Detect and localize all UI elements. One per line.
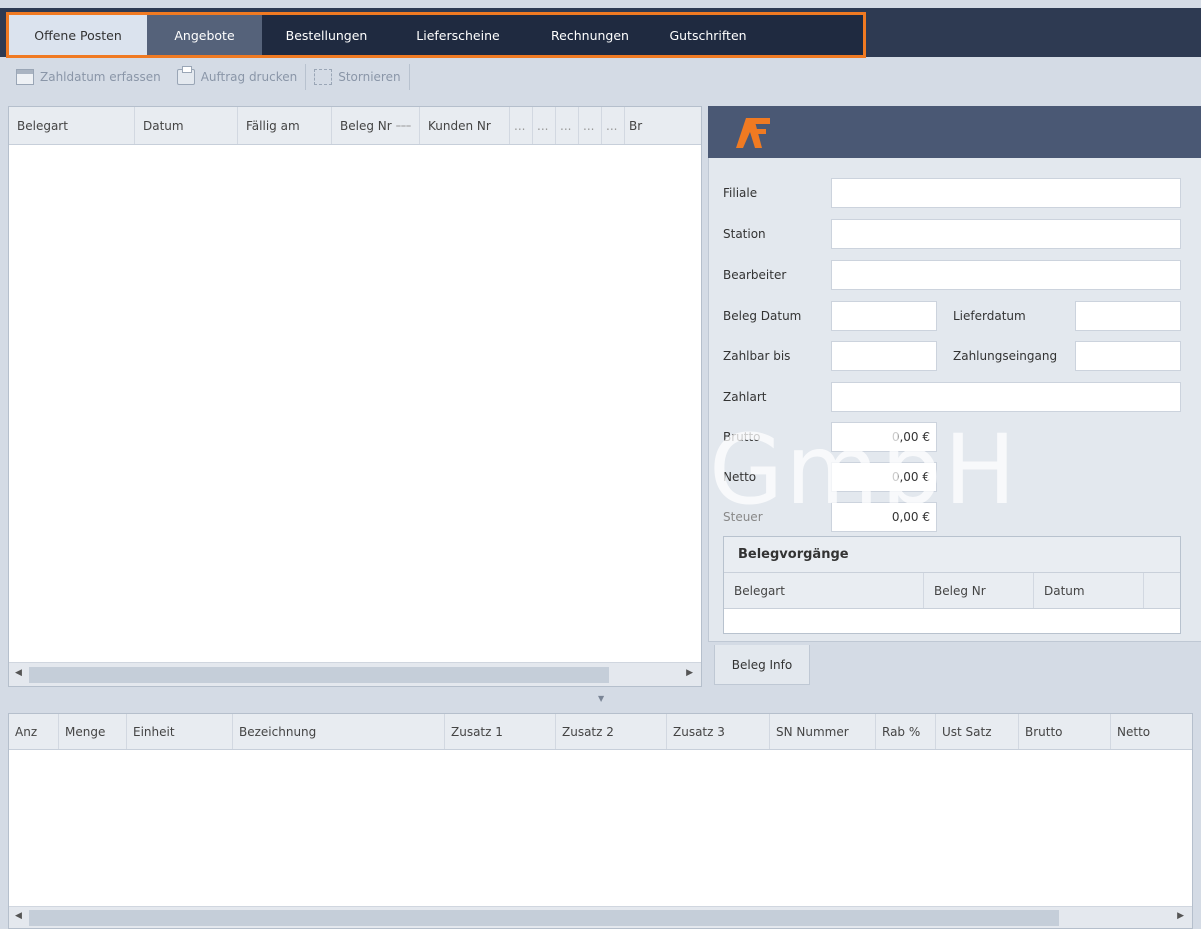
column-header-brutto[interactable]: Br [625, 107, 655, 144]
label-steuer: Steuer [723, 510, 763, 524]
grid-header: Belegart Datum Fällig am Beleg Nr ⩶ Kund… [9, 107, 701, 145]
company-logo-icon [736, 118, 770, 148]
belegvorgaenge-title: Belegvorgänge [724, 537, 1180, 573]
label-bearbeiter: Bearbeiter [723, 268, 787, 282]
beleg-nr-label: Beleg Nr [340, 118, 392, 133]
tab-angebote[interactable]: Angebote [147, 15, 262, 55]
label-zahlbar-bis: Zahlbar bis [723, 349, 791, 363]
belegvorgaenge-empty-row[interactable] [724, 609, 1180, 633]
tab-rechnungen[interactable]: Rechnungen [525, 15, 655, 55]
column-header-datum[interactable]: Datum [1034, 573, 1144, 608]
filter-icon[interactable]: ⩶ [396, 121, 411, 131]
positions-grid-header: Anz Menge Einheit Bezeichnung Zusatz 1 Z… [9, 714, 1192, 750]
lieferdatum-field[interactable] [1075, 301, 1181, 331]
label-zahlart: Zahlart [723, 390, 767, 404]
toolbar-separator [408, 64, 410, 90]
label-station: Station [723, 227, 766, 241]
column-header-belegart[interactable]: Belegart [9, 107, 135, 144]
scroll-right-icon[interactable]: ▶ [686, 668, 693, 678]
horizontal-scrollbar[interactable]: ◀ ▶ [9, 906, 1192, 928]
toolbar: Zahldatum erfassen Auftrag drucken Storn… [8, 60, 410, 94]
label-zahlungseingang: Zahlungseingang [953, 349, 1058, 363]
column-header-collapsed[interactable]: ... [579, 107, 602, 144]
zahldatum-label: Zahldatum erfassen [40, 70, 161, 84]
panel-body: Filiale Station Bearbeiter Beleg Datum L… [708, 158, 1201, 642]
stornieren-button[interactable]: Stornieren [306, 62, 408, 92]
scrollbar-thumb[interactable] [29, 667, 609, 683]
column-header-collapsed[interactable]: ... [533, 107, 556, 144]
steuer-value: 0,00 € [831, 502, 937, 532]
brutto-value: 0,00 € [831, 422, 937, 452]
column-header-collapsed[interactable]: ... [556, 107, 579, 144]
column-header-beleg-nr[interactable]: Beleg Nr [924, 573, 1034, 608]
positions-grid[interactable]: Anz Menge Einheit Bezeichnung Zusatz 1 Z… [8, 713, 1193, 929]
column-header-datum[interactable]: Datum [135, 107, 238, 144]
label-lieferdatum: Lieferdatum [953, 309, 1026, 323]
column-header-zusatz-3[interactable]: Zusatz 3 [667, 714, 770, 749]
zahlungseingang-field[interactable] [1075, 341, 1181, 371]
column-header-brutto[interactable]: Brutto [1019, 714, 1111, 749]
column-header-collapsed[interactable]: ... [602, 107, 625, 144]
belegvorgaenge-panel: Belegvorgänge Belegart Beleg Nr Datum [723, 536, 1181, 634]
column-header-ust-satz[interactable]: Ust Satz [936, 714, 1019, 749]
filiale-field[interactable] [831, 178, 1181, 208]
column-header-rabatt[interactable]: Rab % [876, 714, 936, 749]
horizontal-scrollbar[interactable]: ◀ ▶ [9, 662, 701, 686]
column-header-sn-nummer[interactable]: SN Nummer [770, 714, 876, 749]
column-header-zusatz-1[interactable]: Zusatz 1 [445, 714, 556, 749]
label-brutto: Brutto [723, 430, 761, 444]
column-header-beleg-nr[interactable]: Beleg Nr ⩶ [332, 107, 420, 144]
zahldatum-erfassen-button[interactable]: Zahldatum erfassen [8, 62, 169, 92]
station-field[interactable] [831, 219, 1181, 249]
column-header-einheit[interactable]: Einheit [127, 714, 233, 749]
top-bar: Offene Posten Angebote Bestellungen Lief… [0, 0, 1201, 58]
column-header-anz[interactable]: Anz [9, 714, 59, 749]
zahlart-field[interactable] [831, 382, 1181, 412]
column-header-zusatz-2[interactable]: Zusatz 2 [556, 714, 667, 749]
panel-header [708, 106, 1201, 158]
tab-offene-posten[interactable]: Offene Posten [9, 15, 147, 55]
zahlbar-bis-field[interactable] [831, 341, 937, 371]
beleg-datum-field[interactable] [831, 301, 937, 331]
label-filiale: Filiale [723, 186, 758, 200]
column-header-netto[interactable]: Netto [1111, 714, 1181, 749]
drucken-label: Auftrag drucken [200, 70, 298, 84]
document-tabs: Offene Posten Angebote Bestellungen Lief… [6, 12, 866, 58]
column-header-belegart[interactable]: Belegart [724, 573, 924, 608]
netto-value: 0,00 € [831, 462, 937, 492]
column-header-faellig-am[interactable]: Fällig am [238, 107, 332, 144]
tab-bestellungen[interactable]: Bestellungen [262, 15, 391, 55]
documents-grid[interactable]: Belegart Datum Fällig am Beleg Nr ⩶ Kund… [8, 106, 702, 687]
calendar-icon [16, 69, 34, 85]
bearbeiter-field[interactable] [831, 260, 1181, 290]
column-header-bezeichnung[interactable]: Bezeichnung [233, 714, 445, 749]
splitter-chevron-down-icon[interactable]: ▼ [598, 694, 604, 703]
tab-gutschriften[interactable]: Gutschriften [655, 15, 761, 55]
column-header-collapsed[interactable]: ... [510, 107, 533, 144]
label-netto: Netto [723, 470, 757, 484]
belegvorgaenge-header: Belegart Beleg Nr Datum [724, 573, 1180, 609]
column-header-kunden-nr[interactable]: Kunden Nr [420, 107, 510, 144]
scroll-left-icon[interactable]: ◀ [15, 668, 22, 678]
label-beleg-datum: Beleg Datum [723, 309, 802, 323]
beleg-info-panel: Filiale Station Bearbeiter Beleg Datum L… [708, 106, 1201, 686]
scroll-left-icon[interactable]: ◀ [15, 911, 22, 921]
cancel-document-icon [314, 69, 333, 85]
column-header-menge[interactable]: Menge [59, 714, 127, 749]
scroll-right-icon[interactable]: ▶ [1177, 911, 1184, 921]
printer-icon [176, 66, 195, 85]
tab-beleg-info[interactable]: Beleg Info [714, 645, 810, 685]
auftrag-drucken-button[interactable]: Auftrag drucken [169, 62, 306, 92]
tab-lieferscheine[interactable]: Lieferscheine [391, 15, 525, 55]
stornieren-label: Stornieren [338, 70, 401, 84]
scrollbar-thumb[interactable] [29, 910, 1059, 926]
